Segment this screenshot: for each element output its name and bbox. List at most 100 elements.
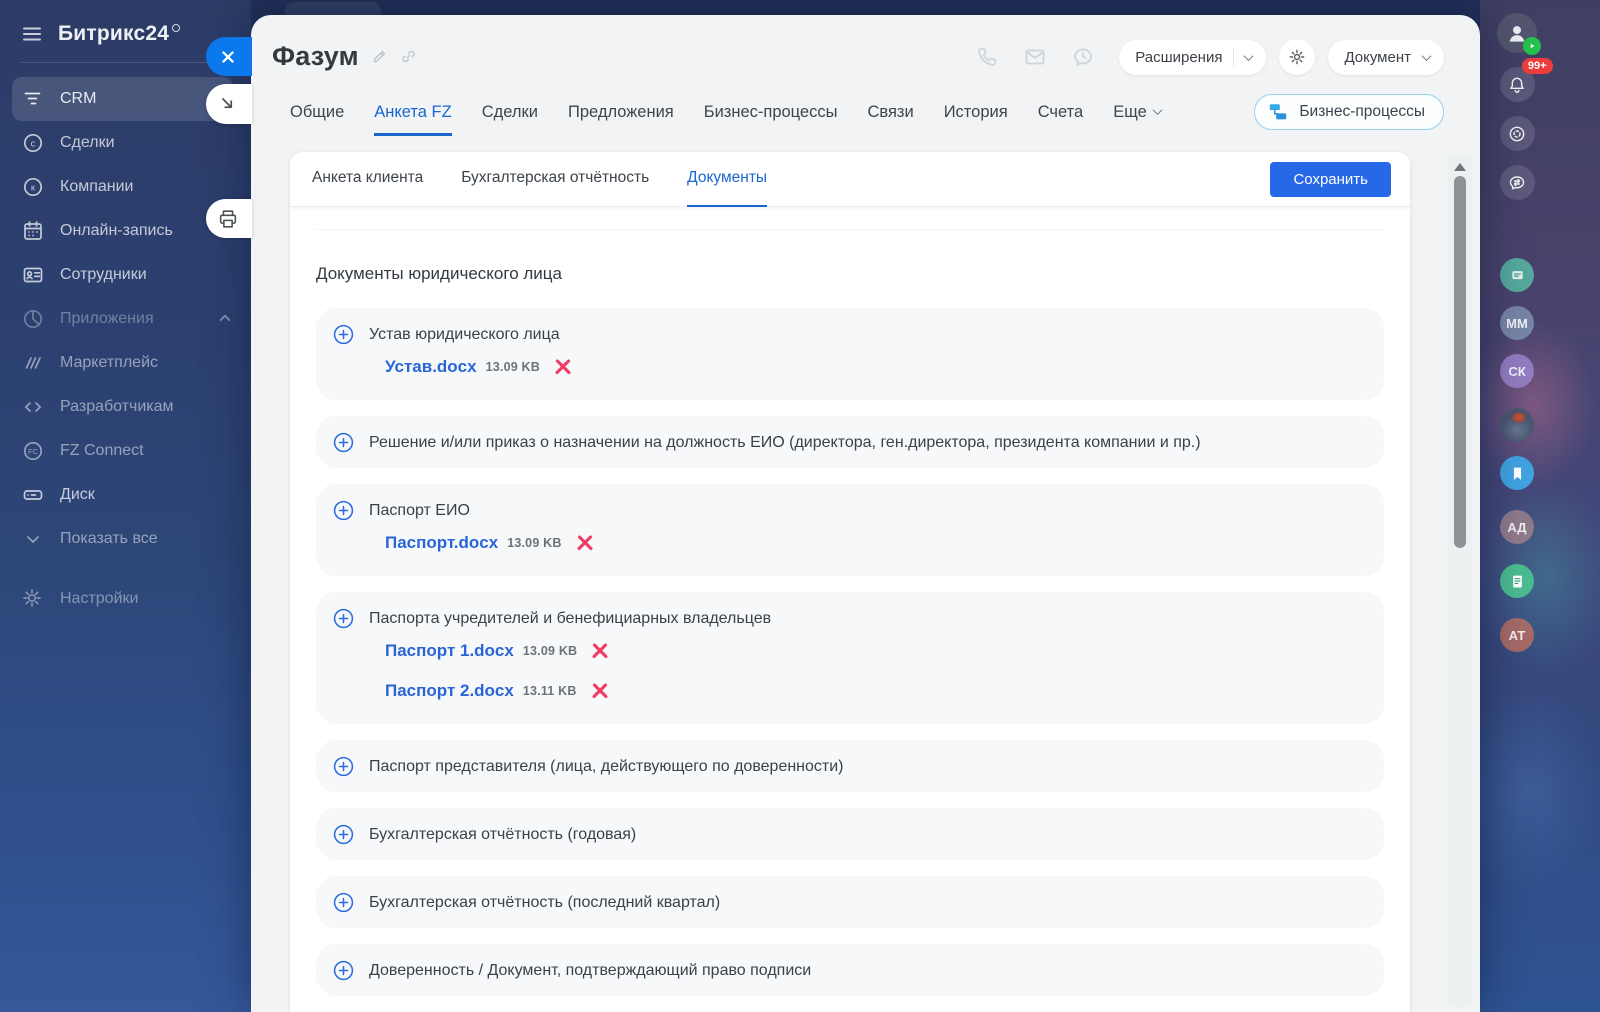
chat-avatar-ad[interactable]: АД bbox=[1500, 510, 1534, 544]
document-row: Бухгалтерская отчётность (последний квар… bbox=[316, 876, 1384, 928]
section-title: Документы юридического лица bbox=[316, 246, 1384, 284]
copy-link-icon[interactable] bbox=[400, 48, 417, 65]
file-link[interactable]: Паспорт.docx bbox=[385, 533, 498, 553]
chat-transfer-icon[interactable] bbox=[1500, 165, 1535, 200]
delete-file-icon[interactable] bbox=[574, 532, 596, 554]
sidebar-item-приложения[interactable]: Приложения bbox=[0, 297, 251, 341]
add-file-button[interactable] bbox=[332, 823, 355, 846]
rail-items: 99+ ММ СК АД АТ bbox=[1480, 13, 1554, 666]
helpdesk-icon[interactable] bbox=[1500, 116, 1535, 151]
print-button[interactable] bbox=[206, 199, 252, 238]
delete-file-icon[interactable] bbox=[552, 356, 574, 378]
add-file-button[interactable] bbox=[332, 755, 355, 778]
saved-bookmark-icon[interactable] bbox=[1500, 456, 1534, 490]
app-logo-text: Битрикс24 bbox=[58, 22, 169, 46]
chevron-up-icon[interactable] bbox=[219, 314, 230, 325]
edit-title-icon[interactable] bbox=[371, 48, 388, 65]
collapse-slider-button[interactable] bbox=[206, 84, 252, 124]
business-process-button[interactable]: Бизнес-процессы bbox=[1254, 94, 1444, 130]
tab-связи[interactable]: Связи bbox=[867, 103, 913, 136]
sidebar-item-разработчикам[interactable]: Разработчикам bbox=[0, 385, 251, 429]
document-label: Устав юридического лица bbox=[369, 326, 560, 344]
play-status-badge bbox=[1523, 37, 1541, 55]
pie-icon bbox=[20, 306, 46, 332]
sidebar-item-crm[interactable]: CRM bbox=[12, 77, 233, 121]
file-size: 13.09 KB bbox=[486, 360, 540, 374]
file-link[interactable]: Паспорт 2.docx bbox=[385, 681, 514, 701]
extensions-label: Расширения bbox=[1135, 49, 1222, 66]
tab-еще[interactable]: Еще bbox=[1113, 103, 1161, 136]
scrollbar-track[interactable] bbox=[1447, 156, 1473, 1007]
sidebar-item-settings[interactable]: Настройки bbox=[0, 577, 251, 621]
document-row: Решение и/или приказ о назначении на дол… bbox=[316, 416, 1384, 468]
email-icon[interactable] bbox=[1023, 45, 1047, 69]
form-tab-бухгалтерская-отч-тность[interactable]: Бухгалтерская отчётность bbox=[461, 152, 649, 207]
chat-transfer-icon bbox=[1500, 165, 1535, 200]
document-label: Бухгалтерская отчётность (годовая) bbox=[369, 826, 636, 844]
form-tab-документы[interactable]: Документы bbox=[687, 152, 767, 207]
page-title: Фазум bbox=[272, 41, 359, 72]
letter-k-icon: к bbox=[20, 174, 46, 200]
tab-общие[interactable]: Общие bbox=[290, 103, 344, 136]
avatar-initials: ММ bbox=[1500, 306, 1534, 340]
file-link[interactable]: Устав.docx bbox=[385, 357, 477, 377]
save-button[interactable]: Сохранить bbox=[1270, 162, 1391, 197]
tab-счета[interactable]: Счета bbox=[1038, 103, 1084, 136]
drive-icon bbox=[20, 482, 46, 508]
document-files: Устав.docx 13.09 KB bbox=[385, 347, 1364, 387]
document-dropdown[interactable]: Документ bbox=[1328, 40, 1444, 75]
sidebar-item-маркетплейс[interactable]: Маркетплейс bbox=[0, 341, 251, 385]
sidebar-item-сотрудники[interactable]: Сотрудники bbox=[0, 253, 251, 297]
tab-сделки[interactable]: Сделки bbox=[482, 103, 538, 136]
sidebar-item-label: Настройки bbox=[60, 590, 138, 608]
tab-история[interactable]: История bbox=[944, 103, 1008, 136]
sidebar-item-fz-connect[interactable]: FC FZ Connect bbox=[0, 429, 251, 473]
tab-анкета-fz[interactable]: Анкета FZ bbox=[374, 103, 451, 136]
extensions-dropdown[interactable]: Расширения bbox=[1119, 40, 1266, 75]
slashes-icon bbox=[20, 350, 46, 376]
close-slider-button[interactable] bbox=[206, 37, 252, 76]
chevron-down-icon bbox=[1422, 51, 1432, 61]
messenger-app-icon[interactable] bbox=[1500, 258, 1534, 292]
file-link[interactable]: Паспорт 1.docx bbox=[385, 641, 514, 661]
document-row: Доверенность / Документ, подтверждающий … bbox=[316, 944, 1384, 996]
scroll-up-arrow[interactable] bbox=[1454, 163, 1466, 171]
chat-avatar-at[interactable]: АТ bbox=[1500, 618, 1534, 652]
chat-history-icon[interactable] bbox=[1071, 45, 1095, 69]
chat-avatar-mm[interactable]: ММ bbox=[1500, 306, 1534, 340]
delete-file-icon[interactable] bbox=[589, 680, 611, 702]
sidebar-item-показать-все[interactable]: Показать все bbox=[0, 517, 251, 561]
document-row: Паспорт представителя (лица, действующег… bbox=[316, 740, 1384, 792]
add-file-button[interactable] bbox=[332, 499, 355, 522]
news-doc-icon[interactable] bbox=[1500, 564, 1534, 598]
delete-file-icon[interactable] bbox=[589, 640, 611, 662]
chat-avatar-sk[interactable]: СК bbox=[1500, 354, 1534, 388]
tab-бизнес-процессы[interactable]: Бизнес-процессы bbox=[704, 103, 838, 136]
file-row: Устав.docx 13.09 KB bbox=[385, 347, 1364, 387]
flowchart-icon bbox=[1267, 101, 1289, 123]
document-label: Паспорт ЕИО bbox=[369, 502, 470, 520]
file-row: Паспорт 1.docx 13.09 KB bbox=[385, 631, 1364, 671]
chat-avatar-photo[interactable] bbox=[1500, 408, 1534, 442]
sidebar-item-сделки[interactable]: с Сделки bbox=[0, 121, 251, 165]
company-slider-panel: Фазум Расширения bbox=[251, 15, 1480, 1012]
scroll-thumb[interactable] bbox=[1454, 176, 1466, 548]
settings-gear-button[interactable] bbox=[1279, 39, 1315, 75]
call-icon[interactable] bbox=[975, 45, 999, 69]
add-file-button[interactable] bbox=[332, 431, 355, 454]
tab-предложения[interactable]: Предложения bbox=[568, 103, 674, 136]
add-file-button[interactable] bbox=[332, 323, 355, 346]
file-size: 13.09 KB bbox=[523, 644, 577, 658]
sidebar-item-диск[interactable]: Диск bbox=[0, 473, 251, 517]
add-file-button[interactable] bbox=[332, 891, 355, 914]
avatar-initials: АТ bbox=[1500, 618, 1534, 652]
add-file-button[interactable] bbox=[332, 607, 355, 630]
notifications-bell[interactable]: 99+ bbox=[1500, 67, 1535, 102]
document-icon bbox=[1500, 564, 1534, 598]
form-tab-анкета-клиента[interactable]: Анкета клиента bbox=[312, 152, 423, 207]
svg-text:с: с bbox=[31, 138, 36, 149]
hamburger-menu-icon[interactable] bbox=[20, 22, 44, 46]
profile-avatar[interactable] bbox=[1497, 13, 1537, 53]
document-row: Бухгалтерская отчётность (годовая) bbox=[316, 808, 1384, 860]
add-file-button[interactable] bbox=[332, 959, 355, 982]
